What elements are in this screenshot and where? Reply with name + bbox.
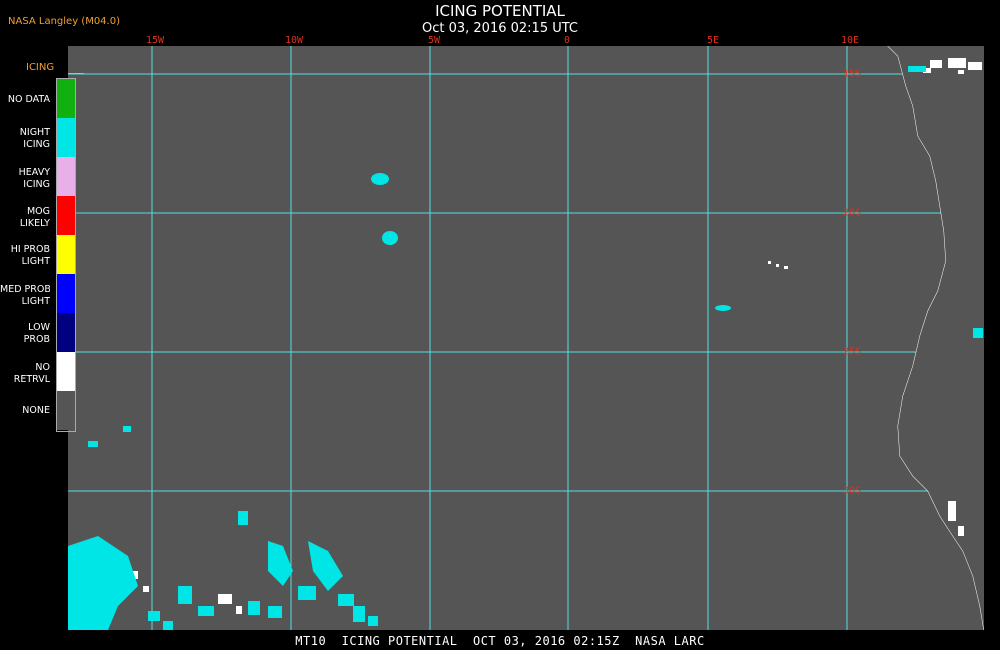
latitude-label-25s: 25S	[842, 346, 862, 358]
legend-swatch-low-prob	[57, 313, 75, 352]
longitude-label-15w: 15W	[145, 35, 165, 46]
legend-swatch-med-prob-light	[57, 274, 75, 313]
legend-swatch-no-data	[57, 79, 75, 118]
longitude-label-5e: 5E	[706, 35, 720, 46]
map-canvas	[68, 46, 984, 630]
legend-label-none: NONE	[22, 405, 50, 416]
legend-swatch-none	[57, 391, 75, 430]
satellite-map[interactable]	[68, 46, 984, 630]
graticule	[68, 46, 984, 630]
latitude-label-15s: 15S	[842, 68, 862, 80]
legend-label-hi-prob-light: HI PROB LIGHT	[10, 244, 50, 267]
longitude-label-10w: 10W	[284, 35, 304, 46]
legend-swatch-mog-likely	[57, 196, 75, 235]
icing-legend	[56, 78, 76, 432]
legend-connector	[68, 73, 84, 74]
map-title: ICING POTENTIAL	[435, 2, 565, 20]
latitude-label-30s: 30S	[842, 485, 862, 497]
legend-swatch-no-retrvl	[57, 352, 75, 391]
legend-label-no-data: NO DATA	[7, 94, 50, 105]
legend-label-heavy-icing: HEAVY ICING	[18, 167, 50, 190]
longitude-label-0: 0	[563, 35, 571, 46]
legend-swatch-hi-prob-light	[57, 235, 75, 274]
legend-label-mog-likely: MOG LIKELY	[19, 206, 50, 229]
footer-caption: MT10 ICING POTENTIAL OCT 03, 2016 02:15Z…	[295, 634, 705, 648]
longitude-label-5w: 5W	[427, 35, 441, 46]
legend-label-med-prob-light: MED PROB LIGHT	[0, 284, 50, 307]
cloud-patches	[128, 58, 982, 614]
latitude-label-20s: 20S	[842, 207, 862, 219]
legend-swatch-night-icing	[57, 118, 75, 157]
legend-title: ICING	[26, 62, 55, 73]
legend-label-no-retrvl: NO RETRVL	[13, 362, 50, 385]
longitude-label-10e: 10E	[840, 35, 860, 46]
legend-swatch-heavy-icing	[57, 157, 75, 196]
map-timestamp: Oct 03, 2016 02:15 UTC	[422, 21, 578, 36]
land-mass	[888, 46, 984, 630]
legend-label-low-prob: LOW PROB	[23, 322, 50, 345]
legend-label-night-icing: NIGHT ICING	[19, 127, 50, 150]
